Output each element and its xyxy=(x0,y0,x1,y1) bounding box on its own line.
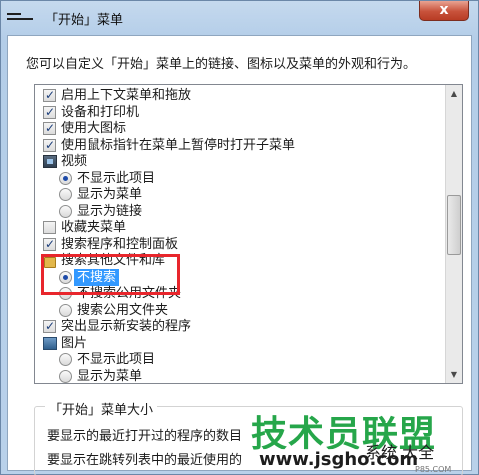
option-label: 搜索公用文件夹 xyxy=(77,302,169,318)
option-label: 不显示此项目 xyxy=(77,352,156,367)
jump-list-label: 要显示在跳转列表中的最近使用的 xyxy=(47,453,243,468)
watermark-domain: P85.COM xyxy=(415,465,452,474)
watermark-brand: 系统 大全 xyxy=(365,443,435,462)
checkbox[interactable] xyxy=(43,137,56,154)
checkbox[interactable] xyxy=(43,120,56,137)
option-label: 视频 xyxy=(61,154,88,169)
radio-button[interactable] xyxy=(59,353,72,366)
scrollbar[interactable]: ▲ ▼ xyxy=(445,85,462,383)
checkbox[interactable] xyxy=(43,318,56,335)
radio-button[interactable] xyxy=(59,188,72,201)
start-menu-dialog: 「开始」菜单 x 您可以自定义「开始」菜单上的链接、图标以及菜单的外观和行为。 … xyxy=(0,0,479,475)
title-bar: 「开始」菜单 x xyxy=(1,1,478,35)
option-label: 启用上下文菜单和拖放 xyxy=(61,88,192,103)
option-label: 使用鼠标指针在菜单上暂停时打开子菜单 xyxy=(61,137,296,153)
option-label: 使用大图标 xyxy=(61,121,127,136)
checkbox[interactable] xyxy=(43,221,56,234)
option-label: 图片 xyxy=(61,335,88,351)
menu-size-title: 「开始」菜单大小 xyxy=(45,399,158,418)
option-label: 显示为菜单 xyxy=(77,368,143,384)
radio-button[interactable] xyxy=(59,204,72,218)
option-label: 收藏夹菜单 xyxy=(61,220,127,235)
checkbox[interactable] xyxy=(43,236,56,253)
video-icon xyxy=(43,155,57,168)
dialog-description: 您可以自定义「开始」菜单上的链接、图标以及菜单的外观和行为。 xyxy=(26,57,417,72)
recent-programs-label: 要显示的最近打开过的程序的数目 xyxy=(47,429,243,444)
close-icon: x xyxy=(439,2,449,18)
option-label: 搜索程序和控制面板 xyxy=(61,236,179,252)
radio-button[interactable] xyxy=(59,171,72,185)
option-label: 显示为菜单 xyxy=(77,187,143,202)
option-label: 设备和打印机 xyxy=(61,104,140,120)
window-title: 「开始」菜单 xyxy=(45,13,124,28)
scroll-up-icon[interactable]: ▲ xyxy=(446,85,462,102)
radio-button[interactable] xyxy=(59,369,72,383)
checkbox[interactable] xyxy=(43,104,56,121)
pictures-icon xyxy=(43,336,57,350)
checkbox[interactable] xyxy=(43,87,56,104)
option-label: 显示为链接 xyxy=(77,203,143,219)
red-highlight-box xyxy=(41,254,180,295)
radio-button[interactable] xyxy=(59,303,72,317)
option-label: 突出显示新安装的程序 xyxy=(61,319,192,334)
scroll-thumb[interactable] xyxy=(447,195,461,255)
window-icon xyxy=(7,8,33,24)
options-list[interactable]: 启用上下文菜单和拖放设备和打印机使用大图标使用鼠标指针在菜单上暂停时打开子菜单视… xyxy=(34,84,463,384)
scroll-down-icon[interactable]: ▼ xyxy=(446,366,462,383)
option-label: 不显示此项目 xyxy=(77,170,156,186)
watermark-logo: 技术员联盟 www.jsgho.com 系统 大全 P85.COM xyxy=(251,405,479,475)
close-button[interactable]: x xyxy=(419,1,469,21)
